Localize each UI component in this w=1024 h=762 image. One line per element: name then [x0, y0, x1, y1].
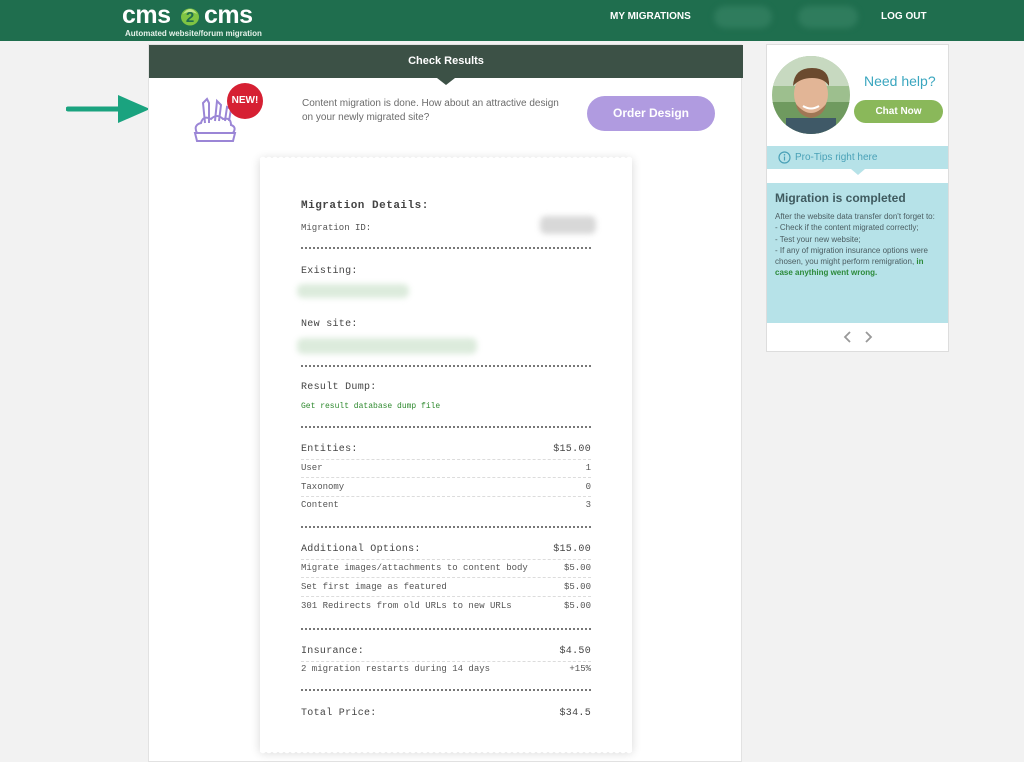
receipt-separator [301, 426, 591, 428]
receipt-separator [301, 526, 591, 528]
option-name: 301 Redirects from old URLs to new URLs [301, 601, 512, 611]
option-price: $5.00 [563, 601, 591, 611]
migration-id-label: Migration ID: [301, 223, 372, 233]
entities-total: $15.00 [553, 444, 591, 455]
receipt-divider [301, 496, 591, 497]
options-label: Additional Options: [301, 544, 421, 555]
migration-id-value-blurred [540, 216, 596, 234]
support-agent-avatar [772, 56, 850, 134]
check-results-panel: Check Results NEW! Content migration is … [148, 44, 743, 762]
options-total: $15.00 [553, 544, 591, 555]
insurance-item-name: 2 migration restarts during 14 days [301, 664, 491, 674]
receipt-edge-top [260, 154, 632, 160]
tip-line: - Check if the content migrated correctl… [775, 223, 919, 233]
existing-site-url-blurred[interactable] [297, 284, 409, 298]
new-site-label: New site: [301, 319, 358, 330]
tip-body: After the website data transfer don't fo… [775, 211, 940, 279]
chevron-right-icon[interactable] [862, 331, 874, 343]
receipt-divider [301, 477, 591, 478]
nav-log-out[interactable]: LOG OUT [881, 11, 927, 22]
insurance-item-value: +15% [569, 664, 591, 674]
option-name: Migrate images/attachments to content bo… [301, 563, 528, 573]
result-dump-link[interactable]: Get result database dump file [301, 402, 591, 411]
logo-word-right: cms [204, 1, 253, 29]
option-price: $5.00 [563, 582, 591, 592]
insurance-item-row: 2 migration restarts during 14 days +15% [301, 664, 591, 674]
option-price: $5.00 [563, 563, 591, 573]
panel-title: Check Results [149, 45, 743, 78]
panel-title-pointer [437, 78, 455, 85]
entities-label: Entities: [301, 444, 358, 455]
receipt-divider [301, 661, 591, 662]
new-badge: NEW! [227, 83, 263, 119]
entity-row-content: Content 3 [301, 500, 591, 510]
receipt-separator [301, 689, 591, 691]
receipt-separator [301, 628, 591, 630]
logo-two-globe-icon: 2 [181, 8, 199, 26]
entities-row: Entities: $15.00 [301, 444, 591, 455]
result-dump-label: Result Dump: [301, 382, 377, 393]
receipt-separator [301, 247, 591, 249]
svg-text:2: 2 [186, 9, 194, 26]
entity-name: Content [301, 500, 339, 510]
total-price-value: $34.5 [559, 708, 591, 719]
receipt-separator [301, 365, 591, 367]
logo-word-left: cms [122, 1, 171, 29]
chevron-left-icon[interactable] [842, 331, 854, 343]
tip-line-text: - If any of migration insurance options … [775, 245, 928, 267]
blurred-nav-item[interactable] [714, 6, 772, 28]
entity-name: User [301, 463, 323, 473]
tip-line: After the website data transfer don't fo… [775, 212, 935, 221]
pro-tips-label: Pro-Tips right here [795, 152, 878, 163]
insurance-row: Insurance: $4.50 [301, 646, 591, 657]
top-bar: cms 2 cms Automated website/forum migrat… [0, 0, 1024, 41]
chat-now-button[interactable]: Chat Now [854, 100, 943, 123]
entity-name: Taxonomy [301, 482, 345, 492]
receipt-divider [301, 596, 591, 597]
new-site-url-blurred[interactable] [297, 338, 477, 354]
option-name: Set first image as featured [301, 582, 447, 592]
arrow-right-icon [66, 95, 150, 123]
info-icon [778, 151, 791, 164]
help-sidebar: Need help? Chat Now Pro-Tips right here … [766, 44, 949, 352]
option-row: Migrate images/attachments to content bo… [301, 563, 591, 573]
insurance-total: $4.50 [559, 646, 591, 657]
receipt-divider [301, 459, 591, 460]
tip-card: Migration is completed After the website… [767, 183, 948, 323]
receipt-edge-bottom [260, 750, 632, 756]
receipt-divider [301, 559, 591, 560]
existing-label: Existing: [301, 266, 358, 277]
order-design-button[interactable]: Order Design [587, 96, 715, 131]
option-row: Set first image as featured $5.00 [301, 582, 591, 592]
entity-count: 0 [585, 482, 591, 492]
total-price-label: Total Price: [301, 708, 377, 719]
entity-row-taxonomy: Taxonomy 0 [301, 482, 591, 492]
need-help-text: Need help? [864, 73, 936, 89]
tip-line: - Test your new website; [775, 234, 861, 244]
tip-line: - If any of migration insurance options … [775, 245, 940, 279]
entity-count: 1 [585, 463, 591, 473]
insurance-label: Insurance: [301, 646, 365, 657]
cms2cms-logo[interactable]: cms 2 cms Automated website/forum migrat… [122, 2, 262, 38]
receipt-divider [301, 577, 591, 578]
pro-tips-pointer [851, 169, 865, 175]
pro-tips-bar: Pro-Tips right here [767, 146, 948, 169]
logo-tagline: Automated website/forum migration [125, 29, 262, 38]
nav-my-migrations[interactable]: MY MIGRATIONS [610, 11, 691, 22]
tip-title: Migration is completed [775, 191, 906, 205]
migration-details-title: Migration Details: [301, 200, 429, 212]
entity-count: 3 [585, 500, 591, 510]
promo-text: Content migration is done. How about an … [302, 98, 559, 123]
options-row: Additional Options: $15.00 [301, 544, 591, 555]
blurred-nav-item[interactable] [798, 6, 858, 28]
option-row: 301 Redirects from old URLs to new URLs … [301, 601, 591, 611]
total-price-row: Total Price: $34.5 [301, 708, 591, 719]
entity-row-user: User 1 [301, 463, 591, 473]
migration-receipt: Migration Details: Migration ID: Existin… [260, 154, 632, 756]
